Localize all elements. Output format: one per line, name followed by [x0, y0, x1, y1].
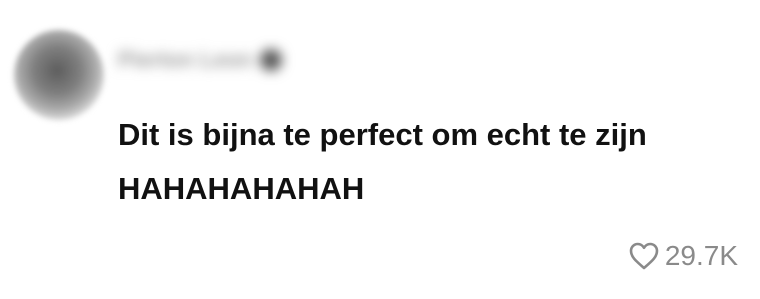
- username-row[interactable]: Pierton Leon: [118, 46, 283, 74]
- heart-icon[interactable]: [629, 242, 659, 270]
- like-count: 29.7K: [664, 240, 738, 271]
- like-button[interactable]: 29.7K: [629, 236, 738, 276]
- verified-badge-icon: [260, 49, 283, 71]
- avatar[interactable]: [14, 30, 104, 120]
- comment-card: Pierton Leon Dit is bijna te perfect om …: [0, 0, 760, 299]
- comment-text: Dit is bijna te perfect om echt te zijn …: [118, 117, 647, 206]
- username[interactable]: Pierton Leon: [118, 47, 252, 73]
